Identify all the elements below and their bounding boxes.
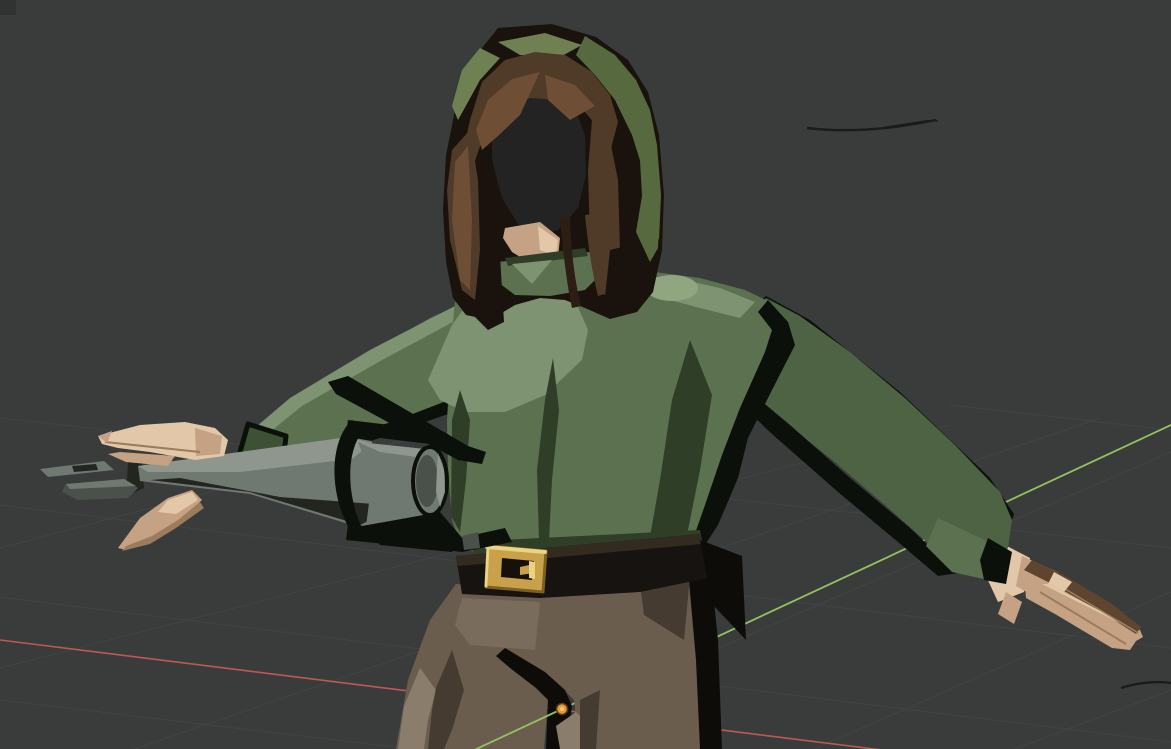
rifle-butt-inner bbox=[416, 455, 438, 507]
buckle-highlight bbox=[486, 548, 488, 586]
corner-shade bbox=[0, 0, 16, 15]
origin-dot-core bbox=[560, 707, 564, 711]
belt-buckle bbox=[486, 546, 546, 592]
buckle-prong-edge bbox=[529, 561, 535, 579]
viewport-window bbox=[0, 0, 1171, 749]
head bbox=[443, 24, 664, 330]
origin-dot[interactable] bbox=[557, 704, 568, 715]
viewport-canvas[interactable] bbox=[0, 0, 1171, 749]
